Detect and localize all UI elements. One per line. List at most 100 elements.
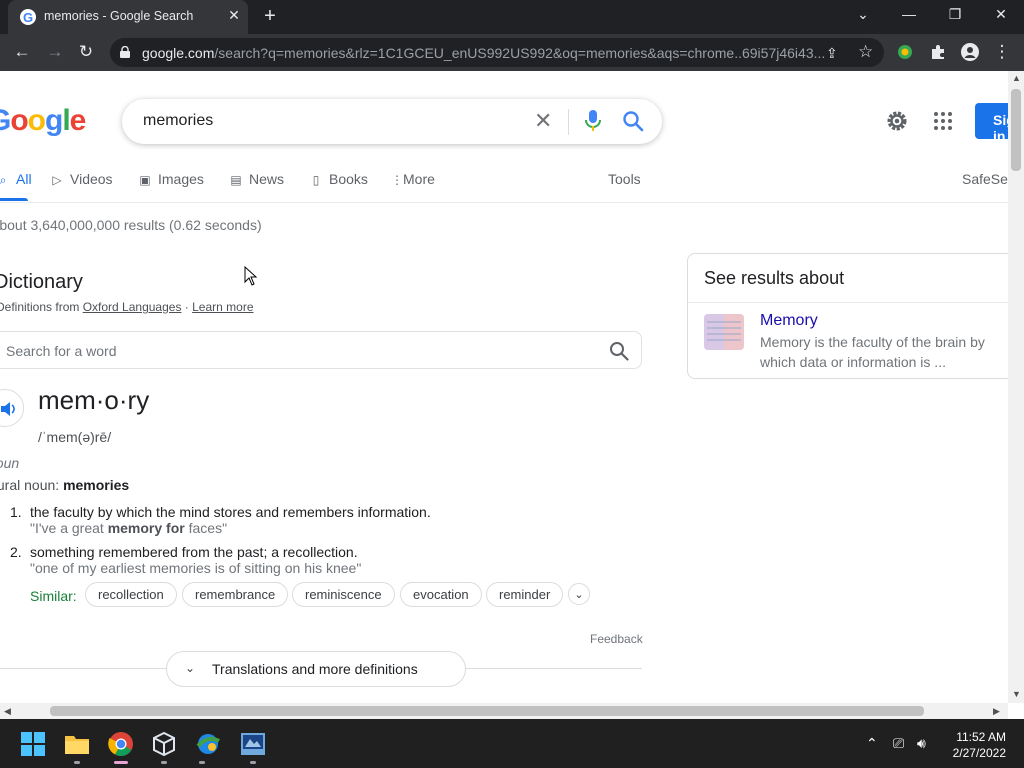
clear-icon[interactable]: ✕ — [534, 108, 552, 134]
tools-button[interactable]: Tools — [608, 171, 641, 187]
search-tabs: ⌕ All ▷ Videos ▣ Images ▤ News ▯ Books ⋮More … — [0, 167, 1008, 203]
learn-more-link[interactable]: Learn more — [192, 300, 253, 314]
new-tab-button[interactable]: + — [258, 5, 282, 28]
video-icon: ▷ — [52, 173, 62, 187]
divider — [688, 302, 1008, 303]
restore-button[interactable]: ❐ — [943, 6, 967, 23]
menu-kebab-icon[interactable]: ⋮ — [990, 42, 1014, 62]
tab-books[interactable]: ▯ Books — [309, 171, 368, 187]
microphone-icon[interactable] — [584, 109, 602, 133]
reload-icon[interactable]: ↻ — [74, 42, 98, 62]
virtualbox-icon[interactable] — [151, 731, 177, 757]
clock-time[interactable]: 11:52 AM — [950, 730, 1006, 744]
similar-chip[interactable]: reminiscence — [292, 582, 395, 607]
scroll-left-arrow-icon[interactable]: ◀ — [4, 706, 11, 717]
search-icon[interactable] — [609, 341, 629, 361]
tab-title: memories - Google Search — [44, 9, 194, 23]
part-of-speech: noun — [0, 455, 20, 471]
vista-app-icon[interactable] — [240, 731, 266, 757]
definition-number: 2. — [10, 544, 22, 560]
google-apps-grid-icon[interactable] — [933, 111, 953, 131]
tab-search-icon[interactable]: ⌄ — [851, 6, 875, 23]
browser-tab-bar: G memories - Google Search ✕ + ⌄ — ❐ ✕ — [0, 0, 1024, 34]
definition-example: "I've a great memory for faces" — [30, 520, 228, 536]
speaker-icon — [1, 402, 15, 416]
tab-all[interactable]: ⌕ All — [0, 171, 32, 188]
browser-toolbar: ← → ↻ google.com/search?q=memories&rlz=1… — [0, 34, 1024, 71]
back-arrow-icon[interactable]: ← — [10, 42, 34, 62]
address-bar[interactable]: google.com/search?q=memories&rlz=1C1GCEU… — [110, 38, 884, 67]
chevron-down-icon: ⌄ — [185, 661, 196, 675]
similar-label: Similar: — [30, 588, 77, 604]
extensions-puzzle-icon[interactable] — [929, 43, 947, 61]
app-icon[interactable] — [195, 731, 221, 757]
file-explorer-icon[interactable] — [64, 731, 90, 757]
translations-button[interactable]: ⌄ Translations and more definitions — [166, 651, 466, 687]
google-logo[interactable]: Google — [0, 104, 86, 138]
minimize-button[interactable]: — — [897, 6, 921, 22]
extension-icon[interactable] — [896, 43, 914, 61]
tab-videos[interactable]: ▷ Videos — [50, 171, 112, 187]
scroll-up-arrow-icon[interactable]: ▲ — [1012, 73, 1021, 83]
browser-tab[interactable]: G memories - Google Search ✕ — [8, 0, 248, 34]
share-icon[interactable]: ⇪ — [826, 45, 838, 62]
running-indicator — [74, 761, 80, 764]
close-window-button[interactable]: ✕ — [989, 6, 1013, 23]
translations-label: Translations and more definitions — [212, 661, 418, 677]
windows-taskbar: ⌃ ⎚ 🔊︎ 11:52 AM 2/27/2022 — [0, 719, 1024, 768]
search-icon[interactable] — [622, 110, 644, 132]
feedback-link[interactable]: Feedback — [590, 632, 643, 646]
tab-close-icon[interactable]: ✕ — [224, 7, 244, 24]
definition-text: something remembered from the past; a re… — [30, 544, 358, 560]
scroll-right-arrow-icon[interactable]: ▶ — [993, 706, 1000, 717]
chrome-icon[interactable] — [108, 731, 134, 757]
running-indicator — [161, 761, 167, 764]
chevron-up-icon[interactable]: ⌃ — [866, 735, 878, 752]
pronunciation: /ˈmem(ə)rē/ — [38, 429, 112, 445]
network-icon[interactable]: ⎚ — [893, 735, 904, 752]
google-favicon-icon: G — [20, 9, 36, 25]
active-tab-indicator — [0, 198, 28, 201]
profile-icon[interactable] — [961, 43, 979, 61]
plural-form: plural noun: memories — [0, 477, 130, 493]
clock-date[interactable]: 2/27/2022 — [946, 746, 1006, 760]
running-indicator — [250, 761, 256, 764]
volume-icon[interactable]: 🔊︎ — [917, 735, 926, 752]
tab-news[interactable]: ▤ News — [229, 171, 284, 187]
gear-icon[interactable] — [884, 108, 910, 134]
vertical-scrollbar[interactable]: ▲ ▼ — [1008, 71, 1024, 703]
scroll-down-arrow-icon[interactable]: ▼ — [1012, 689, 1021, 699]
similar-chip[interactable]: reminder — [486, 582, 564, 607]
running-indicator — [199, 761, 205, 764]
safesearch-button[interactable]: SafeSearch — [962, 171, 1008, 187]
see-results-about-panel: See results about Memory Memory is the f… — [687, 253, 1008, 379]
pronunciation-speaker-button[interactable] — [0, 389, 24, 427]
panel-title: See results about — [704, 268, 845, 288]
tab-images[interactable]: ▣ Images — [138, 171, 204, 187]
result-stats: About 3,640,000,000 results (0.62 second… — [0, 217, 262, 233]
tab-more[interactable]: ⋮More — [391, 171, 435, 187]
book-icon: ▯ — [312, 173, 320, 187]
similar-chip[interactable]: evocation — [400, 582, 482, 607]
word-search-box[interactable]: Search for a word — [0, 331, 642, 369]
search-icon: ⌕ — [0, 173, 7, 187]
similar-chip[interactable]: remembrance — [182, 582, 289, 607]
forward-arrow-icon[interactable]: → — [43, 42, 67, 62]
sign-in-button[interactable]: Sign in — [975, 103, 1008, 144]
word-search-input[interactable]: Search for a word — [6, 343, 117, 359]
scrollbar-thumb[interactable] — [1011, 89, 1021, 171]
scrollbar-thumb[interactable] — [50, 706, 924, 716]
chevron-down-icon[interactable]: ⌄ — [568, 583, 590, 605]
search-results-page: Google memories ✕ Sign in ⌕All ▷Video — [0, 71, 1008, 703]
windows-start-icon[interactable] — [20, 731, 46, 757]
result-link-memory[interactable]: Memory — [760, 312, 818, 330]
search-box[interactable]: memories ✕ — [122, 99, 662, 144]
search-input[interactable]: memories — [143, 112, 213, 130]
image-icon: ▣ — [139, 173, 151, 187]
mouse-cursor-icon — [244, 266, 258, 286]
memory-thumbnail[interactable] — [704, 314, 744, 350]
bookmark-star-icon[interactable]: ☆ — [858, 42, 873, 62]
horizontal-scrollbar[interactable]: ◀ ▶ — [0, 703, 1008, 719]
similar-chip[interactable]: recollection — [85, 582, 177, 607]
oxford-languages-link[interactable]: Oxford Languages — [83, 300, 182, 314]
